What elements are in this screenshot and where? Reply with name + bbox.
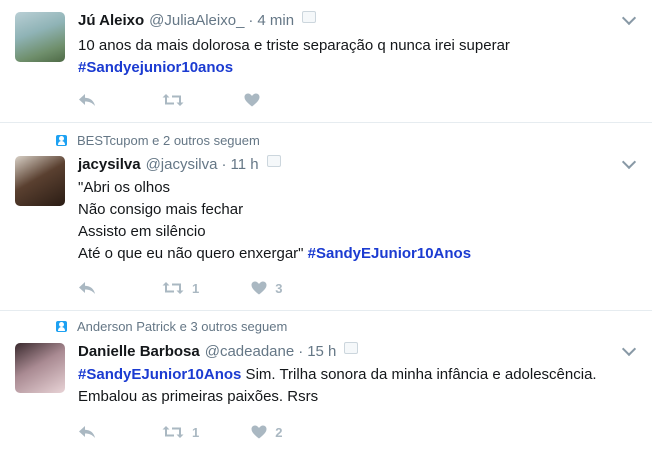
retweet-icon xyxy=(162,94,184,106)
author-handle[interactable]: @JuliaAleixo_ xyxy=(149,12,244,29)
tweet-text: #SandyEJunior10Anos Sim. Trilha sonora d… xyxy=(78,364,638,408)
retweet-button[interactable]: 1 xyxy=(162,281,199,296)
tweet-text: "Abri os olhos Não consigo mais fechar A… xyxy=(78,177,638,265)
tweet-line: Não consigo mais fechar xyxy=(78,201,244,218)
chevron-down-icon[interactable] xyxy=(621,154,637,170)
tweet-header: Danielle Barbosa @cadeadane · 15 h xyxy=(78,341,359,360)
timestamp[interactable]: 15 h xyxy=(307,343,336,360)
social-context-text[interactable]: BESTcupom e 2 outros seguem xyxy=(77,133,260,148)
like-button[interactable]: 3 xyxy=(251,281,282,296)
reply-icon xyxy=(79,94,95,106)
tweet-header: jacysilva @jacysilva · 11 h xyxy=(78,154,281,173)
tweet-text: 10 anos da mais dolorosa e triste separa… xyxy=(78,35,638,79)
avatar[interactable] xyxy=(15,12,65,62)
separator: · xyxy=(248,12,254,29)
retweet-icon xyxy=(162,426,184,438)
separator: · xyxy=(221,156,227,173)
tweet-line: #SandyEJunior10Anos Sim. Trilha sonora d… xyxy=(78,364,638,386)
like-button[interactable] xyxy=(244,93,268,107)
retweet-button[interactable]: 1 xyxy=(162,425,199,440)
tweet-line-text: Sim. Trilha sonora da minha infância e a… xyxy=(241,366,597,383)
media-icon xyxy=(302,10,317,23)
chevron-down-icon[interactable] xyxy=(621,10,637,26)
tweet[interactable]: Anderson Patrick e 3 outros seguem Danie… xyxy=(0,311,652,457)
tweet[interactable]: BESTcupom e 2 outros seguem jacysilva @j… xyxy=(0,123,652,311)
reply-icon xyxy=(79,282,95,294)
hashtag-link[interactable]: #SandyEJunior10Anos xyxy=(308,245,471,262)
tweet-header: Jú Aleixo @JuliaAleixo_ · 4 min xyxy=(78,10,317,29)
separator: · xyxy=(298,343,304,360)
reply-button[interactable] xyxy=(78,281,96,295)
author-handle[interactable]: @cadeadane xyxy=(205,343,294,360)
retweet-count: 1 xyxy=(192,424,200,440)
author-name[interactable]: Danielle Barbosa xyxy=(78,343,200,360)
author-handle[interactable]: @jacysilva xyxy=(146,156,218,173)
media-icon xyxy=(344,341,359,354)
media-icon xyxy=(266,154,281,167)
reply-button[interactable] xyxy=(78,425,96,439)
tweet-line: "Abri os olhos xyxy=(78,179,171,196)
avatar[interactable] xyxy=(15,156,65,206)
heart-icon xyxy=(244,93,260,107)
timeline: Jú Aleixo @JuliaAleixo_ · 4 min 10 anos … xyxy=(0,0,652,457)
author-name[interactable]: Jú Aleixo xyxy=(78,12,144,29)
retweet-icon xyxy=(162,282,184,294)
like-count: 2 xyxy=(275,424,283,440)
social-context: BESTcupom e 2 outros seguem xyxy=(56,133,260,148)
tweet-line: Embalou as primeiras paixões. Rsrs xyxy=(78,388,319,405)
tweet-line: Até o que eu não quero enxergar" #SandyE… xyxy=(78,243,638,265)
social-context-text[interactable]: Anderson Patrick e 3 outros seguem xyxy=(77,319,287,334)
hashtag-link[interactable]: #Sandyejunior10anos xyxy=(78,57,638,79)
social-context: Anderson Patrick e 3 outros seguem xyxy=(56,319,287,334)
tweet-actions: 1 2 xyxy=(78,423,282,441)
author-name[interactable]: jacysilva xyxy=(78,156,141,173)
avatar[interactable] xyxy=(15,343,65,393)
like-count: 3 xyxy=(275,280,283,296)
hashtag-link[interactable]: #SandyEJunior10Anos xyxy=(78,366,241,383)
tweet-actions: 1 3 xyxy=(78,279,282,297)
heart-icon xyxy=(251,281,267,295)
reply-icon xyxy=(79,426,95,438)
tweet-line: Assisto em silêncio xyxy=(78,223,206,240)
tweet-line: 10 anos da mais dolorosa e triste separa… xyxy=(78,37,510,54)
timestamp[interactable]: 11 h xyxy=(230,156,258,173)
reply-button[interactable] xyxy=(78,93,96,107)
tweet[interactable]: Jú Aleixo @JuliaAleixo_ · 4 min 10 anos … xyxy=(0,0,652,123)
tweet-line-text: Até o que eu não quero enxergar" xyxy=(78,245,308,262)
follow-user-icon xyxy=(56,321,67,332)
chevron-down-icon[interactable] xyxy=(621,341,637,357)
tweet-actions xyxy=(78,91,268,109)
like-button[interactable]: 2 xyxy=(251,425,282,440)
heart-icon xyxy=(251,425,267,439)
follow-user-icon xyxy=(56,135,67,146)
retweet-count: 1 xyxy=(192,280,200,296)
timestamp[interactable]: 4 min xyxy=(257,12,294,29)
retweet-button[interactable] xyxy=(162,93,192,107)
